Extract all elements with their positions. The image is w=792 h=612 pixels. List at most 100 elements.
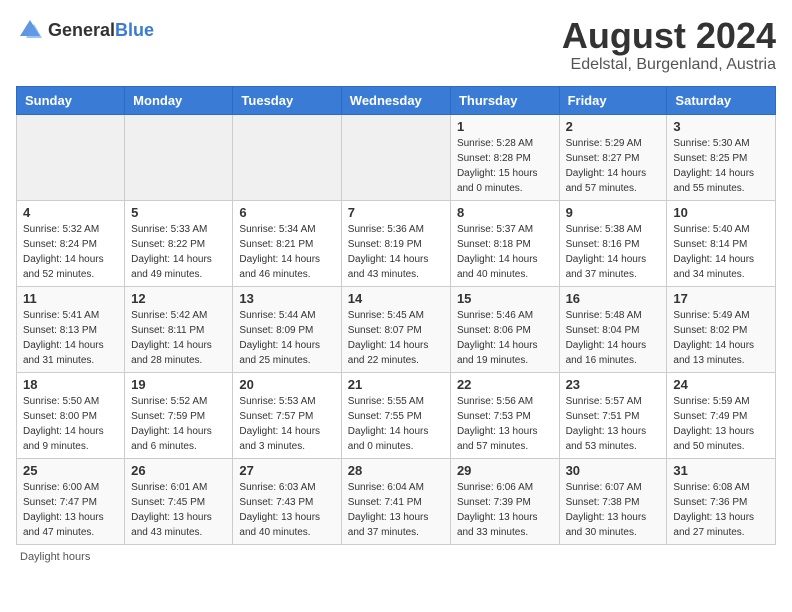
day-info: Sunrise: 5:55 AM Sunset: 7:55 PM Dayligh… <box>348 394 444 454</box>
calendar-cell: 14Sunrise: 5:45 AM Sunset: 8:07 PM Dayli… <box>341 286 450 372</box>
day-info: Sunrise: 5:49 AM Sunset: 8:02 PM Dayligh… <box>673 308 769 368</box>
day-info: Sunrise: 5:44 AM Sunset: 8:09 PM Dayligh… <box>239 308 334 368</box>
day-number: 19 <box>131 377 226 392</box>
day-info: Sunrise: 6:03 AM Sunset: 7:43 PM Dayligh… <box>239 480 334 540</box>
logo-icon <box>16 16 44 44</box>
day-number: 18 <box>23 377 118 392</box>
title-block: August 2024 Edelstal, Burgenland, Austri… <box>562 16 776 74</box>
calendar-cell: 15Sunrise: 5:46 AM Sunset: 8:06 PM Dayli… <box>450 286 559 372</box>
calendar-cell: 20Sunrise: 5:53 AM Sunset: 7:57 PM Dayli… <box>233 372 341 458</box>
day-info: Sunrise: 5:48 AM Sunset: 8:04 PM Dayligh… <box>566 308 661 368</box>
calendar-week-row: 4 Sunrise: 5:32 AM Sunset: 8:24 PM Daylig… <box>17 200 776 286</box>
day-number: 11 <box>23 291 118 306</box>
day-number: 3 <box>673 119 769 134</box>
calendar-cell: 2 Sunrise: 5:29 AM Sunset: 8:27 PM Daylig… <box>559 114 667 200</box>
calendar-cell: 25Sunrise: 6:00 AM Sunset: 7:47 PM Dayli… <box>17 458 125 544</box>
page-header: GeneralBlue August 2024 Edelstal, Burgen… <box>16 16 776 74</box>
day-info: Sunrise: 6:01 AM Sunset: 7:45 PM Dayligh… <box>131 480 226 540</box>
day-info: Sunrise: 5:50 AM Sunset: 8:00 PM Dayligh… <box>23 394 118 454</box>
calendar-cell <box>341 114 450 200</box>
day-info: Sunrise: 5:52 AM Sunset: 7:59 PM Dayligh… <box>131 394 226 454</box>
calendar-cell: 4 Sunrise: 5:32 AM Sunset: 8:24 PM Daylig… <box>17 200 125 286</box>
calendar-week-row: 1 Sunrise: 5:28 AM Sunset: 8:28 PM Daylig… <box>17 114 776 200</box>
day-number: 30 <box>566 463 661 478</box>
day-number: 31 <box>673 463 769 478</box>
day-number: 21 <box>348 377 444 392</box>
day-info: Sunrise: 5:34 AM Sunset: 8:21 PM Dayligh… <box>239 222 334 282</box>
weekday-header: Monday <box>125 86 233 114</box>
calendar-cell: 12 Sunrise: 5:42 AM Sunset: 8:11 PM Dayli… <box>125 286 233 372</box>
day-number: 13 <box>239 291 334 306</box>
calendar-cell: 23Sunrise: 5:57 AM Sunset: 7:51 PM Dayli… <box>559 372 667 458</box>
day-number: 12 <box>131 291 226 306</box>
calendar-header-row: SundayMondayTuesdayWednesdayThursdayFrid… <box>17 86 776 114</box>
calendar-cell <box>125 114 233 200</box>
day-number: 24 <box>673 377 769 392</box>
calendar-cell: 9Sunrise: 5:38 AM Sunset: 8:16 PM Daylig… <box>559 200 667 286</box>
day-number: 17 <box>673 291 769 306</box>
calendar-cell: 6Sunrise: 5:34 AM Sunset: 8:21 PM Daylig… <box>233 200 341 286</box>
calendar-cell: 13 Sunrise: 5:44 AM Sunset: 8:09 PM Dayli… <box>233 286 341 372</box>
logo-blue: Blue <box>115 20 154 40</box>
day-info: Sunrise: 5:33 AM Sunset: 8:22 PM Dayligh… <box>131 222 226 282</box>
calendar-table: SundayMondayTuesdayWednesdayThursdayFrid… <box>16 86 776 545</box>
day-info: Sunrise: 5:59 AM Sunset: 7:49 PM Dayligh… <box>673 394 769 454</box>
day-info: Sunrise: 5:37 AM Sunset: 8:18 PM Dayligh… <box>457 222 553 282</box>
calendar-cell: 11Sunrise: 5:41 AM Sunset: 8:13 PM Dayli… <box>17 286 125 372</box>
weekday-header: Saturday <box>667 86 776 114</box>
day-info: Sunrise: 5:57 AM Sunset: 7:51 PM Dayligh… <box>566 394 661 454</box>
footer-note: Daylight hours <box>16 551 776 563</box>
calendar-cell: 26Sunrise: 6:01 AM Sunset: 7:45 PM Dayli… <box>125 458 233 544</box>
day-number: 4 <box>23 205 118 220</box>
weekday-header: Friday <box>559 86 667 114</box>
day-number: 7 <box>348 205 444 220</box>
day-info: Sunrise: 6:07 AM Sunset: 7:38 PM Dayligh… <box>566 480 661 540</box>
calendar-week-row: 25Sunrise: 6:00 AM Sunset: 7:47 PM Dayli… <box>17 458 776 544</box>
calendar-cell: 21 Sunrise: 5:55 AM Sunset: 7:55 PM Dayli… <box>341 372 450 458</box>
logo-general: General <box>48 20 115 40</box>
weekday-header: Thursday <box>450 86 559 114</box>
main-title: August 2024 <box>562 16 776 56</box>
calendar-cell: 17 Sunrise: 5:49 AM Sunset: 8:02 PM Dayli… <box>667 286 776 372</box>
day-number: 25 <box>23 463 118 478</box>
day-number: 5 <box>131 205 226 220</box>
day-number: 15 <box>457 291 553 306</box>
calendar-cell: 22Sunrise: 5:56 AM Sunset: 7:53 PM Dayli… <box>450 372 559 458</box>
day-info: Sunrise: 5:28 AM Sunset: 8:28 PM Dayligh… <box>457 136 553 196</box>
day-info: Sunrise: 5:45 AM Sunset: 8:07 PM Dayligh… <box>348 308 444 368</box>
calendar-cell: 5 Sunrise: 5:33 AM Sunset: 8:22 PM Daylig… <box>125 200 233 286</box>
day-number: 10 <box>673 205 769 220</box>
day-info: Sunrise: 5:32 AM Sunset: 8:24 PM Dayligh… <box>23 222 118 282</box>
calendar-cell: 8Sunrise: 5:37 AM Sunset: 8:18 PM Daylig… <box>450 200 559 286</box>
day-info: Sunrise: 5:38 AM Sunset: 8:16 PM Dayligh… <box>566 222 661 282</box>
calendar-cell <box>233 114 341 200</box>
day-info: Sunrise: 5:56 AM Sunset: 7:53 PM Dayligh… <box>457 394 553 454</box>
day-number: 1 <box>457 119 553 134</box>
day-info: Sunrise: 5:42 AM Sunset: 8:11 PM Dayligh… <box>131 308 226 368</box>
calendar-cell: 3 Sunrise: 5:30 AM Sunset: 8:25 PM Daylig… <box>667 114 776 200</box>
calendar-week-row: 11Sunrise: 5:41 AM Sunset: 8:13 PM Dayli… <box>17 286 776 372</box>
day-info: Sunrise: 6:04 AM Sunset: 7:41 PM Dayligh… <box>348 480 444 540</box>
day-number: 2 <box>566 119 661 134</box>
day-info: Sunrise: 5:36 AM Sunset: 8:19 PM Dayligh… <box>348 222 444 282</box>
day-number: 28 <box>348 463 444 478</box>
day-info: Sunrise: 5:29 AM Sunset: 8:27 PM Dayligh… <box>566 136 661 196</box>
calendar-cell: 19 Sunrise: 5:52 AM Sunset: 7:59 PM Dayli… <box>125 372 233 458</box>
day-number: 16 <box>566 291 661 306</box>
day-info: Sunrise: 5:30 AM Sunset: 8:25 PM Dayligh… <box>673 136 769 196</box>
calendar-cell: 10 Sunrise: 5:40 AM Sunset: 8:14 PM Dayli… <box>667 200 776 286</box>
calendar-cell <box>17 114 125 200</box>
day-info: Sunrise: 5:40 AM Sunset: 8:14 PM Dayligh… <box>673 222 769 282</box>
calendar-cell: 30 Sunrise: 6:07 AM Sunset: 7:38 PM Dayli… <box>559 458 667 544</box>
calendar-cell: 18 Sunrise: 5:50 AM Sunset: 8:00 PM Dayli… <box>17 372 125 458</box>
day-number: 29 <box>457 463 553 478</box>
calendar-cell: 28 Sunrise: 6:04 AM Sunset: 7:41 PM Dayli… <box>341 458 450 544</box>
calendar-cell: 7 Sunrise: 5:36 AM Sunset: 8:19 PM Daylig… <box>341 200 450 286</box>
calendar-cell: 27 Sunrise: 6:03 AM Sunset: 7:43 PM Dayli… <box>233 458 341 544</box>
calendar-cell: 16 Sunrise: 5:48 AM Sunset: 8:04 PM Dayli… <box>559 286 667 372</box>
day-number: 20 <box>239 377 334 392</box>
logo: GeneralBlue <box>16 16 154 44</box>
calendar-week-row: 18 Sunrise: 5:50 AM Sunset: 8:00 PM Dayli… <box>17 372 776 458</box>
calendar-cell: 29Sunrise: 6:06 AM Sunset: 7:39 PM Dayli… <box>450 458 559 544</box>
day-number: 27 <box>239 463 334 478</box>
